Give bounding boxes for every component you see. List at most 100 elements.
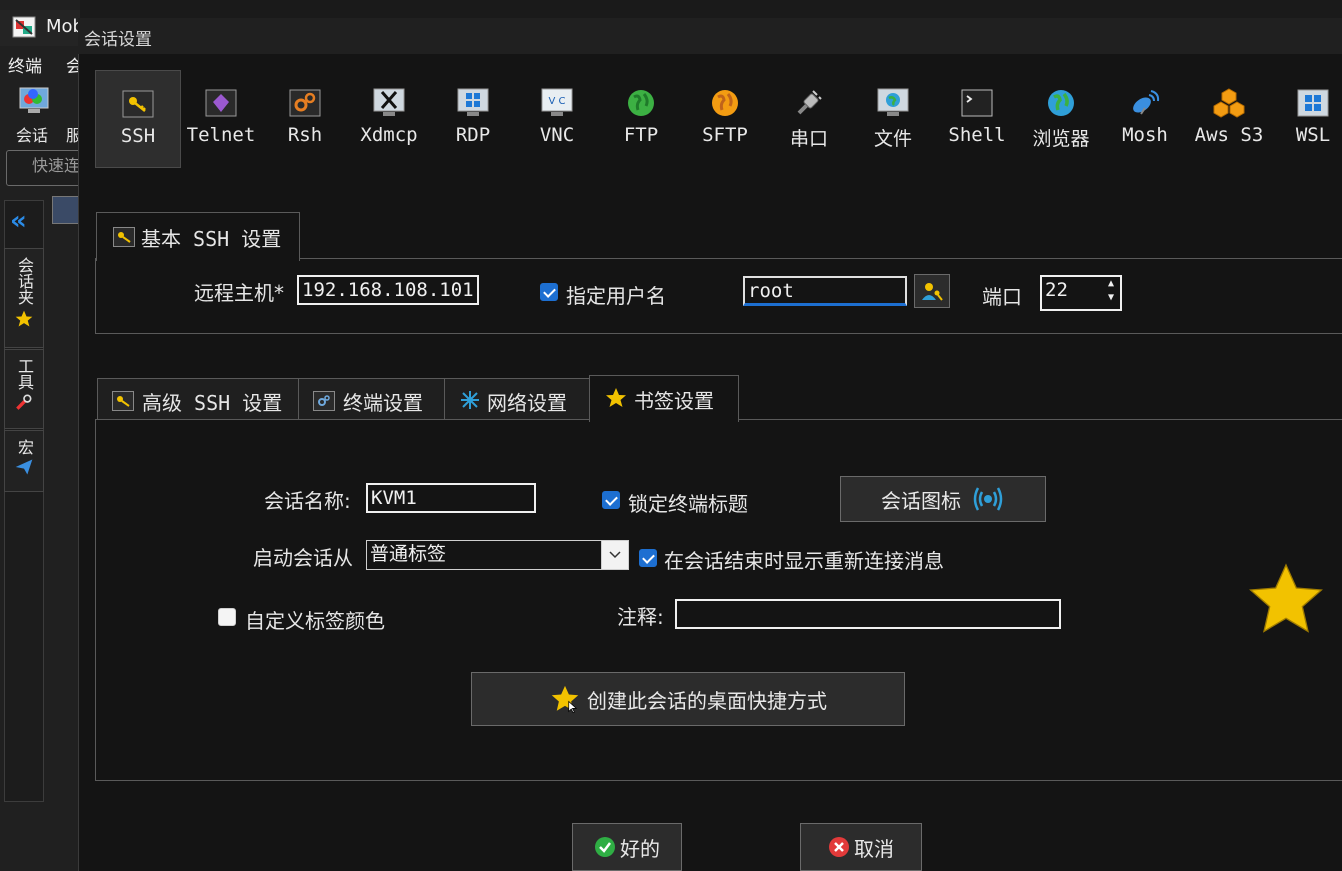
protocol-aws-s3[interactable]: Aws S3 [1187, 70, 1271, 166]
port-label: 端口 [982, 285, 1022, 309]
dialog-title: 会话设置 [84, 30, 152, 50]
key-icon [121, 87, 155, 121]
protocol-label: 串口 [789, 128, 828, 150]
sidebar-tab-sessions[interactable]: 会话夹 [4, 248, 44, 348]
network-icon [461, 391, 479, 409]
star-icon [606, 388, 626, 407]
close-circle-icon [829, 837, 849, 857]
specify-username-checkbox[interactable] [540, 283, 558, 301]
tab-network-settings[interactable]: 网络设置 [444, 378, 590, 419]
lock-terminal-title-checkbox[interactable] [602, 491, 620, 509]
protocol-label: Mosh [1122, 124, 1168, 146]
protocol-label: VNC [539, 124, 575, 146]
protocol-file[interactable]: 文件 [851, 70, 935, 166]
vnc-monitor-icon: V C [540, 86, 574, 120]
menu-terminal[interactable]: 终端 [8, 52, 42, 77]
protocol-label: 文件 [873, 128, 912, 150]
terminal-gears-icon [313, 391, 335, 411]
comment-label: 注释: [617, 605, 664, 629]
dropdown-button[interactable] [601, 541, 628, 569]
windows-monitor-icon [456, 86, 490, 120]
tab-advanced-ssh-settings[interactable]: 高级 SSH 设置 [97, 378, 299, 419]
protocol-shell[interactable]: Shell [935, 70, 1019, 166]
protocol-browser[interactable]: 浏览器 [1019, 70, 1103, 166]
check-circle-icon [595, 837, 615, 857]
big-star-icon [1249, 563, 1323, 633]
tab-label: 网络设置 [487, 391, 567, 415]
star-icon [551, 685, 579, 714]
ok-button-label: 好的 [620, 836, 660, 861]
browser-globe-icon [1044, 86, 1078, 120]
session-toolbar-icon[interactable] [18, 86, 50, 116]
protocol-ftp[interactable]: FTP [599, 70, 683, 166]
reconnect-message-checkbox[interactable] [639, 549, 657, 567]
protocol-xdmcp[interactable]: Xdmcp [347, 70, 431, 166]
spin-down-icon[interactable]: ▼ [1108, 291, 1114, 305]
quick-connect-placeholder: 快速连 [32, 156, 81, 175]
lock-terminal-title-label: 锁定终端标题 [628, 492, 748, 516]
protocol-ssh[interactable]: SSH [95, 70, 181, 168]
protocol-label: Shell [948, 124, 1006, 146]
session-name-input[interactable]: KVM1 [366, 483, 536, 513]
protocol-mosh[interactable]: Mosh [1103, 70, 1187, 166]
sidebar-tab-label: 会话夹 [15, 257, 34, 305]
tab-basic-ssh-settings[interactable]: 基本 SSH 设置 [96, 212, 300, 261]
cancel-button[interactable]: 取消 [800, 823, 922, 871]
chevron-down-icon [609, 551, 621, 559]
protocol-vnc[interactable]: V C VNC [515, 70, 599, 166]
user-manager-button[interactable] [914, 274, 950, 308]
tab-label: 书签设置 [634, 389, 714, 413]
x-monitor-icon [372, 86, 406, 120]
tools-icon [16, 394, 32, 410]
tab-label: 高级 SSH 设置 [142, 391, 283, 415]
protocol-rdp[interactable]: RDP [431, 70, 515, 166]
protocol-sftp[interactable]: SFTP [683, 70, 767, 166]
background-top-strip [0, 0, 1342, 18]
comment-input[interactable] [675, 599, 1061, 629]
protocol-telnet[interactable]: Telnet [179, 70, 263, 166]
user-key-icon [922, 283, 943, 301]
protocol-rsh[interactable]: Rsh [263, 70, 347, 166]
star-icon [15, 310, 33, 327]
spin-up-icon[interactable]: ▲ [1108, 277, 1114, 291]
app-logo-icon [12, 16, 36, 38]
start-session-from-select[interactable]: 普通标签 [366, 540, 629, 570]
satellite-icon [1128, 86, 1162, 120]
toolbar-session-label: 会话 [16, 126, 49, 145]
sidebar-tab-tools[interactable]: 工具 [4, 349, 44, 429]
protocol-serial[interactable]: 串口 [767, 70, 851, 166]
remote-host-label: 远程主机* [194, 281, 284, 305]
create-desktop-shortcut-button[interactable]: 创建此会话的桌面快捷方式 [471, 672, 905, 726]
username-input[interactable]: root [743, 276, 907, 306]
collapse-sidebar-icon[interactable]: « [10, 206, 27, 236]
session-icon-button[interactable]: 会话图标 [840, 476, 1046, 522]
tab-label: 终端设置 [343, 391, 423, 415]
tab-bookmark-settings[interactable]: 书签设置 [589, 375, 739, 422]
cancel-button-label: 取消 [854, 836, 894, 861]
protocol-label: WSL [1295, 124, 1331, 146]
protocol-wsl[interactable]: WSL [1271, 70, 1342, 166]
specify-username-label: 指定用户名 [566, 284, 666, 308]
windows-icon [1296, 86, 1330, 120]
ok-button[interactable]: 好的 [572, 823, 682, 871]
protocol-label: RDP [455, 124, 491, 146]
svg-text:V C: V C [548, 96, 565, 107]
tab-terminal-settings[interactable]: 终端设置 [298, 378, 445, 419]
reconnect-message-label: 在会话结束时显示重新连接消息 [664, 549, 944, 573]
sidebar-tab-label: 工具 [15, 358, 34, 390]
send-icon [15, 459, 33, 475]
file-monitor-icon [876, 86, 910, 120]
session-icon-button-label: 会话图标 [881, 488, 961, 513]
serial-plug-icon [792, 86, 826, 120]
custom-tab-color-checkbox[interactable] [218, 608, 236, 626]
remote-host-input[interactable]: 192.168.108.101 [297, 275, 479, 305]
create-desktop-shortcut-label: 创建此会话的桌面快捷方式 [587, 688, 827, 713]
protocol-label: SFTP [702, 124, 748, 146]
protocol-label: 浏览器 [1032, 128, 1090, 150]
globe-orange-icon [708, 86, 742, 120]
start-session-from-label: 启动会话从 [253, 546, 353, 570]
sidebar-tab-macros[interactable]: 宏 [4, 430, 44, 492]
globe-green-icon [624, 86, 658, 120]
port-spinbox[interactable]: 22 ▲ ▼ [1040, 275, 1122, 311]
protocol-label: FTP [623, 124, 659, 146]
